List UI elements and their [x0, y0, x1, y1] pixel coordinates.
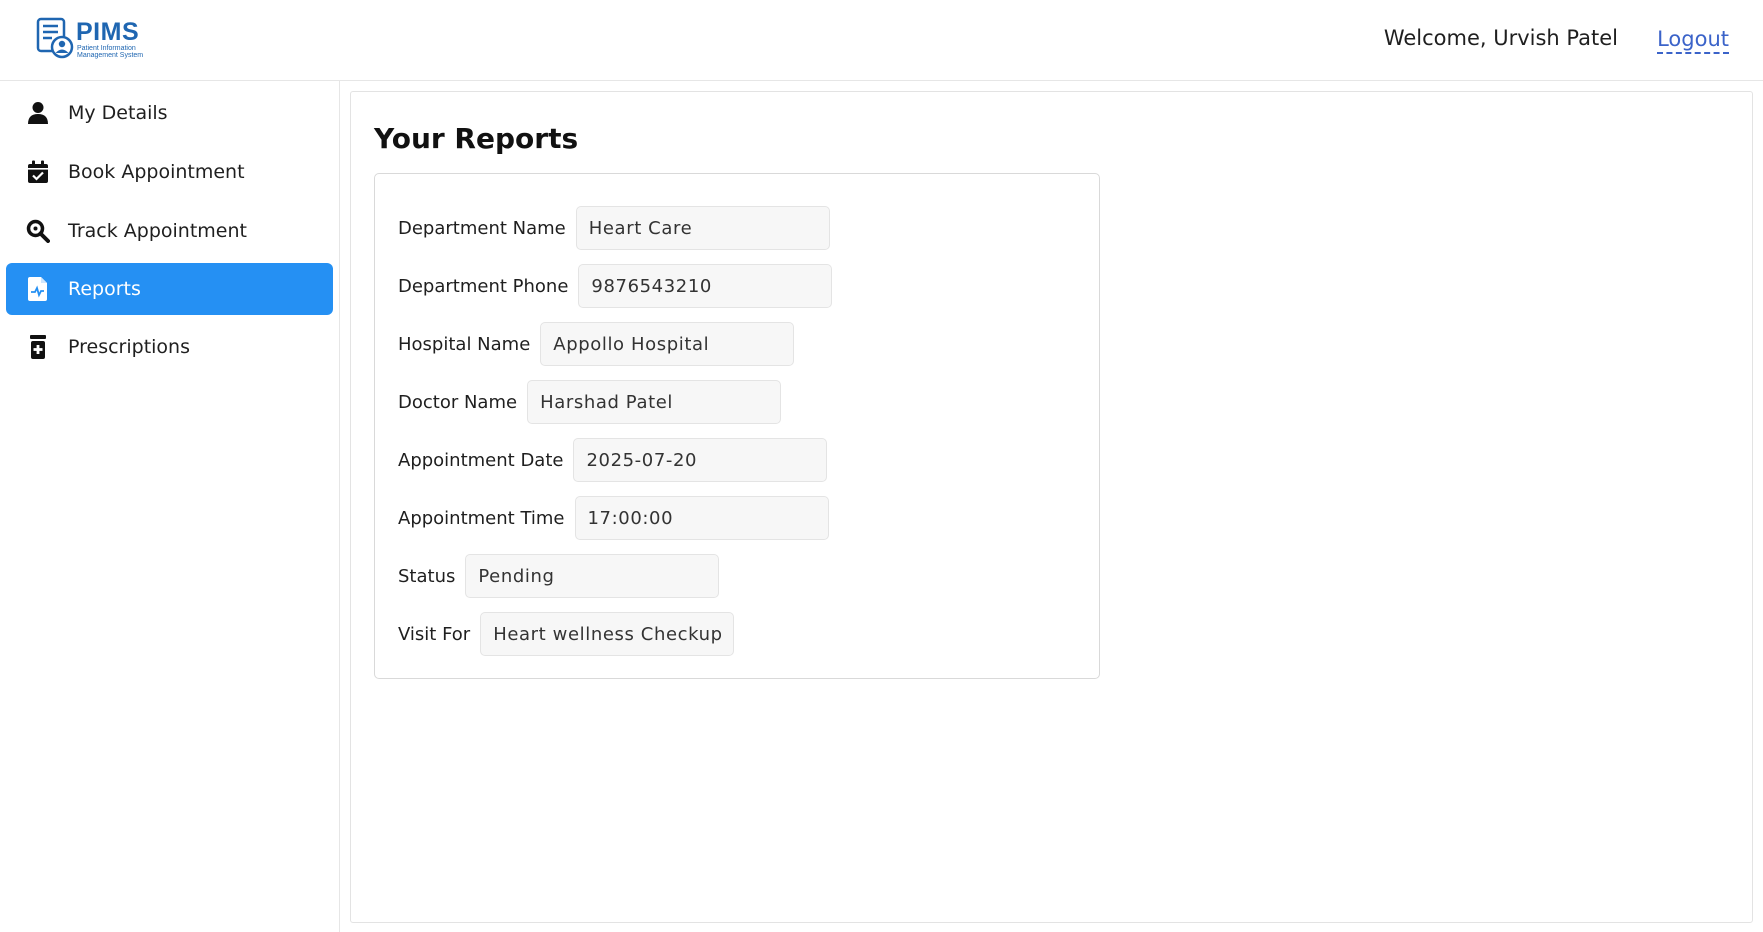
sidebar-item-label: Book Appointment [68, 161, 245, 183]
main-content: Your Reports Department Name Department … [350, 91, 1753, 923]
field-department-name: Department Name [398, 206, 830, 250]
field-label: Hospital Name [398, 333, 531, 355]
sidebar-item-label: My Details [68, 102, 168, 124]
page-title: Your Reports [374, 122, 579, 155]
sidebar-item-label: Reports [68, 278, 141, 300]
field-status: Status [398, 554, 720, 598]
sidebar-item-prescriptions[interactable]: Prescriptions [6, 321, 333, 373]
report-card: Department Name Department Phone Hospita… [374, 173, 1100, 679]
field-hospital-name: Hospital Name [398, 322, 795, 366]
user-icon [18, 101, 58, 125]
appointment-time-input[interactable] [574, 496, 829, 540]
sidebar: My Details Book Appointment Track Appoin… [0, 81, 340, 932]
medicine-bottle-icon [18, 335, 58, 359]
field-label: Department Name [398, 217, 566, 239]
visit-for-input[interactable] [480, 612, 735, 656]
status-input[interactable] [465, 554, 720, 598]
logout-link[interactable]: Logout [1657, 26, 1729, 54]
pims-logo[interactable]: PIMS Patient Information Management Syst… [36, 17, 156, 63]
appointment-date-input[interactable] [573, 438, 828, 482]
doctor-name-input[interactable] [527, 380, 782, 424]
report-file-icon [18, 277, 58, 301]
logo-title: PIMS [76, 18, 140, 46]
field-appointment-date: Appointment Date [398, 438, 828, 482]
field-doctor-name: Doctor Name [398, 380, 782, 424]
field-department-phone: Department Phone [398, 264, 833, 308]
logo-subtitle: Patient Information Management System [77, 45, 144, 59]
search-icon [18, 219, 58, 243]
calendar-check-icon [18, 160, 58, 184]
welcome-message: Welcome, Urvish Patel [1383, 26, 1618, 50]
sidebar-item-book-appointment[interactable]: Book Appointment [6, 146, 333, 198]
hospital-name-input[interactable] [540, 322, 795, 366]
department-phone-input[interactable] [578, 264, 833, 308]
sidebar-item-label: Prescriptions [68, 336, 190, 358]
sidebar-item-track-appointment[interactable]: Track Appointment [6, 205, 333, 257]
top-header: PIMS Patient Information Management Syst… [0, 0, 1763, 81]
department-name-input[interactable] [575, 206, 830, 250]
field-label: Doctor Name [398, 391, 518, 413]
sidebar-item-my-details[interactable]: My Details [6, 87, 333, 139]
field-label: Department Phone [398, 275, 569, 297]
field-label: Appointment Time [398, 507, 565, 529]
pims-logo-icon [36, 17, 74, 59]
field-label: Appointment Date [398, 449, 564, 471]
field-label: Status [398, 565, 456, 587]
sidebar-item-reports[interactable]: Reports [6, 263, 333, 315]
sidebar-item-label: Track Appointment [68, 220, 247, 242]
field-appointment-time: Appointment Time [398, 496, 829, 540]
field-visit-for: Visit For [398, 612, 735, 656]
field-label: Visit For [398, 623, 471, 645]
